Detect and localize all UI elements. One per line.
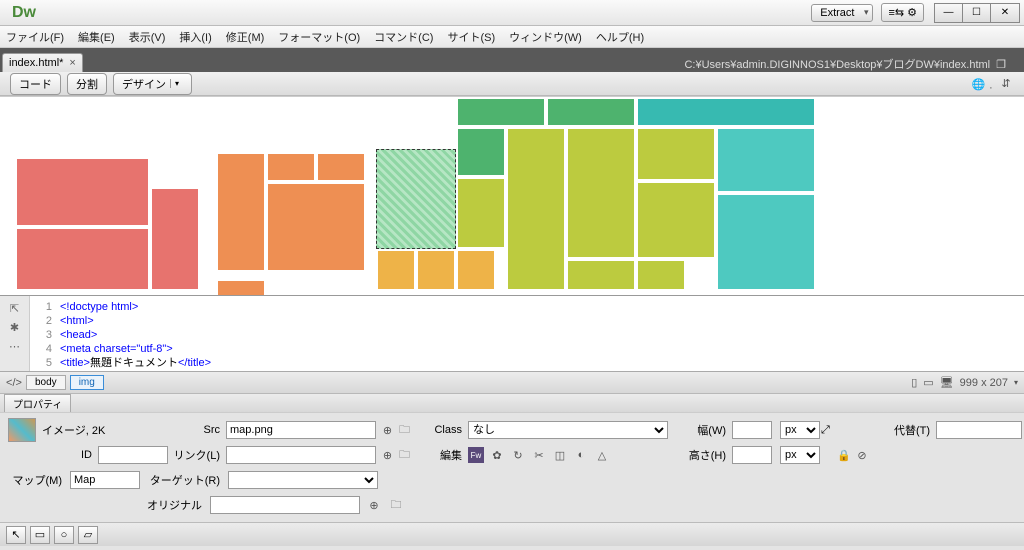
- menu-help[interactable]: ヘルプ(H): [596, 29, 644, 45]
- browse-folder-icon-3[interactable]: 🗀: [388, 497, 404, 513]
- reset-size-icon[interactable]: ⊘: [854, 447, 870, 463]
- menu-edit[interactable]: 編集(E): [78, 29, 115, 45]
- viewport-size: 999 x 207: [960, 377, 1008, 389]
- split-view-button[interactable]: 分割: [67, 73, 107, 95]
- code-side-tools: ⇱ ✱ ⋯: [0, 296, 30, 371]
- lock-icon[interactable]: ⤢: [821, 424, 830, 437]
- edit-settings-icon[interactable]: ✿: [489, 447, 505, 463]
- link-label: リンク(L): [172, 447, 222, 463]
- map-input[interactable]: [70, 471, 140, 489]
- menu-view[interactable]: 表示(V): [129, 29, 166, 45]
- alt-input[interactable]: [936, 421, 1022, 439]
- window-controls: — ☐ ✕: [934, 3, 1020, 23]
- class-label: Class: [416, 424, 464, 436]
- image-info-label: イメージ, 2K: [42, 422, 105, 438]
- sharpen-icon[interactable]: △: [594, 447, 610, 463]
- menu-site[interactable]: サイト(S): [447, 29, 495, 45]
- browse-folder-icon-2[interactable]: 🗀: [397, 447, 412, 463]
- device-phone-icon[interactable]: ▯: [911, 376, 917, 389]
- height-unit[interactable]: px: [780, 446, 820, 464]
- extract-dropdown[interactable]: Extract: [811, 4, 873, 22]
- minimize-button[interactable]: —: [935, 4, 963, 22]
- menu-command[interactable]: コマンド(C): [374, 29, 433, 45]
- map-label: マップ(M): [8, 472, 64, 488]
- menu-bar: ファイル(F) 編集(E) 表示(V) 挿入(I) 修正(M) フォーマット(O…: [0, 26, 1024, 48]
- poly-hotspot-tool[interactable]: ▱: [78, 526, 98, 544]
- code-content[interactable]: <!doctype html> <html> <head> <meta char…: [56, 296, 1024, 371]
- width-label: 幅(W): [672, 422, 728, 438]
- menu-insert[interactable]: 挿入(I): [179, 29, 211, 45]
- id-label: ID: [81, 449, 94, 461]
- rect-hotspot-tool[interactable]: ▭: [30, 526, 50, 544]
- class-select[interactable]: なし: [468, 421, 668, 439]
- restore-icon[interactable]: ❐: [996, 58, 1006, 71]
- original-label: オリジナル: [144, 497, 204, 513]
- sync-icon: ≡⇆: [888, 6, 904, 19]
- brightness-icon[interactable]: ◐: [573, 447, 589, 463]
- design-canvas[interactable]: [0, 96, 1024, 296]
- device-desktop-icon[interactable]: 🖥: [940, 376, 954, 389]
- alt-label: 代替(T): [876, 422, 932, 438]
- fireworks-icon[interactable]: Fw: [468, 447, 484, 463]
- target-select[interactable]: [228, 471, 378, 489]
- more-icon[interactable]: ⋯: [9, 340, 20, 353]
- view-mode-bar: コード 分割 デザイン▾ 🌐﹒ ⇵: [0, 72, 1024, 96]
- tag-body[interactable]: body: [26, 375, 66, 390]
- link-input[interactable]: [226, 446, 376, 464]
- globe-icon[interactable]: 🌐﹒: [976, 76, 992, 92]
- gear-icon: ⚙: [907, 6, 917, 19]
- point-to-file-icon-2[interactable]: ⊕: [380, 447, 395, 463]
- circle-hotspot-tool[interactable]: ○: [54, 526, 74, 544]
- point-to-file-icon-3[interactable]: ⊕: [366, 497, 382, 513]
- properties-tab[interactable]: プロパティ: [4, 394, 71, 412]
- pointer-tool[interactable]: ↖: [6, 526, 26, 544]
- id-input[interactable]: [98, 446, 168, 464]
- width-input[interactable]: [732, 421, 772, 439]
- collapse-icon[interactable]: ⇱: [10, 302, 19, 315]
- src-label: Src: [172, 424, 222, 436]
- menu-window[interactable]: ウィンドウ(W): [509, 29, 582, 45]
- browse-folder-icon[interactable]: 🗀: [397, 422, 412, 438]
- tab-title: index.html*: [9, 57, 63, 69]
- original-input[interactable]: [210, 496, 360, 514]
- target-label: ターゲット(R): [146, 472, 222, 488]
- maximize-button[interactable]: ☐: [963, 4, 991, 22]
- code-editor[interactable]: ⇱ ✱ ⋯ 12345 <!doctype html> <html> <head…: [0, 296, 1024, 372]
- properties-tab-strip: プロパティ: [0, 394, 1024, 412]
- close-tab-icon[interactable]: ×: [69, 57, 75, 69]
- size-dropdown-icon[interactable]: ▾: [1014, 378, 1018, 387]
- height-input[interactable]: [732, 446, 772, 464]
- height-label: 高さ(H): [672, 447, 728, 463]
- point-to-file-icon[interactable]: ⊕: [380, 422, 395, 438]
- document-tab-bar: index.html* × C:¥Users¥admin.DIGINNOS1¥D…: [0, 48, 1024, 72]
- title-bar: Dw Extract ≡⇆ ⚙ — ☐ ✕: [0, 0, 1024, 26]
- tag-img[interactable]: img: [70, 375, 104, 390]
- edit-label: 編集: [416, 447, 464, 463]
- refresh-icon[interactable]: ↻: [510, 447, 526, 463]
- resample-icon[interactable]: ◫: [552, 447, 568, 463]
- sync-settings-button[interactable]: ≡⇆ ⚙: [881, 3, 924, 22]
- app-logo: Dw: [12, 4, 36, 22]
- menu-format[interactable]: フォーマット(O): [278, 29, 360, 45]
- tag-selector-bar: </> body img ▯ ▭ 🖥 999 x 207 ▾: [0, 372, 1024, 394]
- image-thumbnail: [8, 418, 36, 442]
- menu-file[interactable]: ファイル(F): [6, 29, 64, 45]
- width-unit[interactable]: px: [780, 421, 820, 439]
- hotspot-toolbar: ↖ ▭ ○ ▱: [0, 522, 1024, 546]
- lock-aspect-icon[interactable]: 🔒: [836, 447, 852, 463]
- document-tab[interactable]: index.html* ×: [2, 53, 83, 72]
- design-view-button[interactable]: デザイン▾: [113, 73, 192, 95]
- device-tablet-icon[interactable]: ▭: [923, 376, 933, 389]
- properties-panel: イメージ, 2K Src ⊕🗀 Class なし 幅(W) px⤢ 代替(T) …: [0, 412, 1024, 522]
- file-path: C:¥Users¥admin.DIGINNOS1¥Desktop¥ブログDW¥i…: [684, 56, 1024, 72]
- crop-icon[interactable]: ✂: [531, 447, 547, 463]
- line-numbers: 12345: [30, 296, 56, 371]
- src-input[interactable]: [226, 421, 376, 439]
- close-button[interactable]: ✕: [991, 4, 1019, 22]
- menu-modify[interactable]: 修正(M): [226, 29, 265, 45]
- code-nav-icon[interactable]: </>: [6, 375, 22, 391]
- code-view-button[interactable]: コード: [10, 73, 61, 95]
- wand-icon[interactable]: ✱: [10, 321, 19, 334]
- transfer-icon[interactable]: ⇵: [998, 76, 1014, 92]
